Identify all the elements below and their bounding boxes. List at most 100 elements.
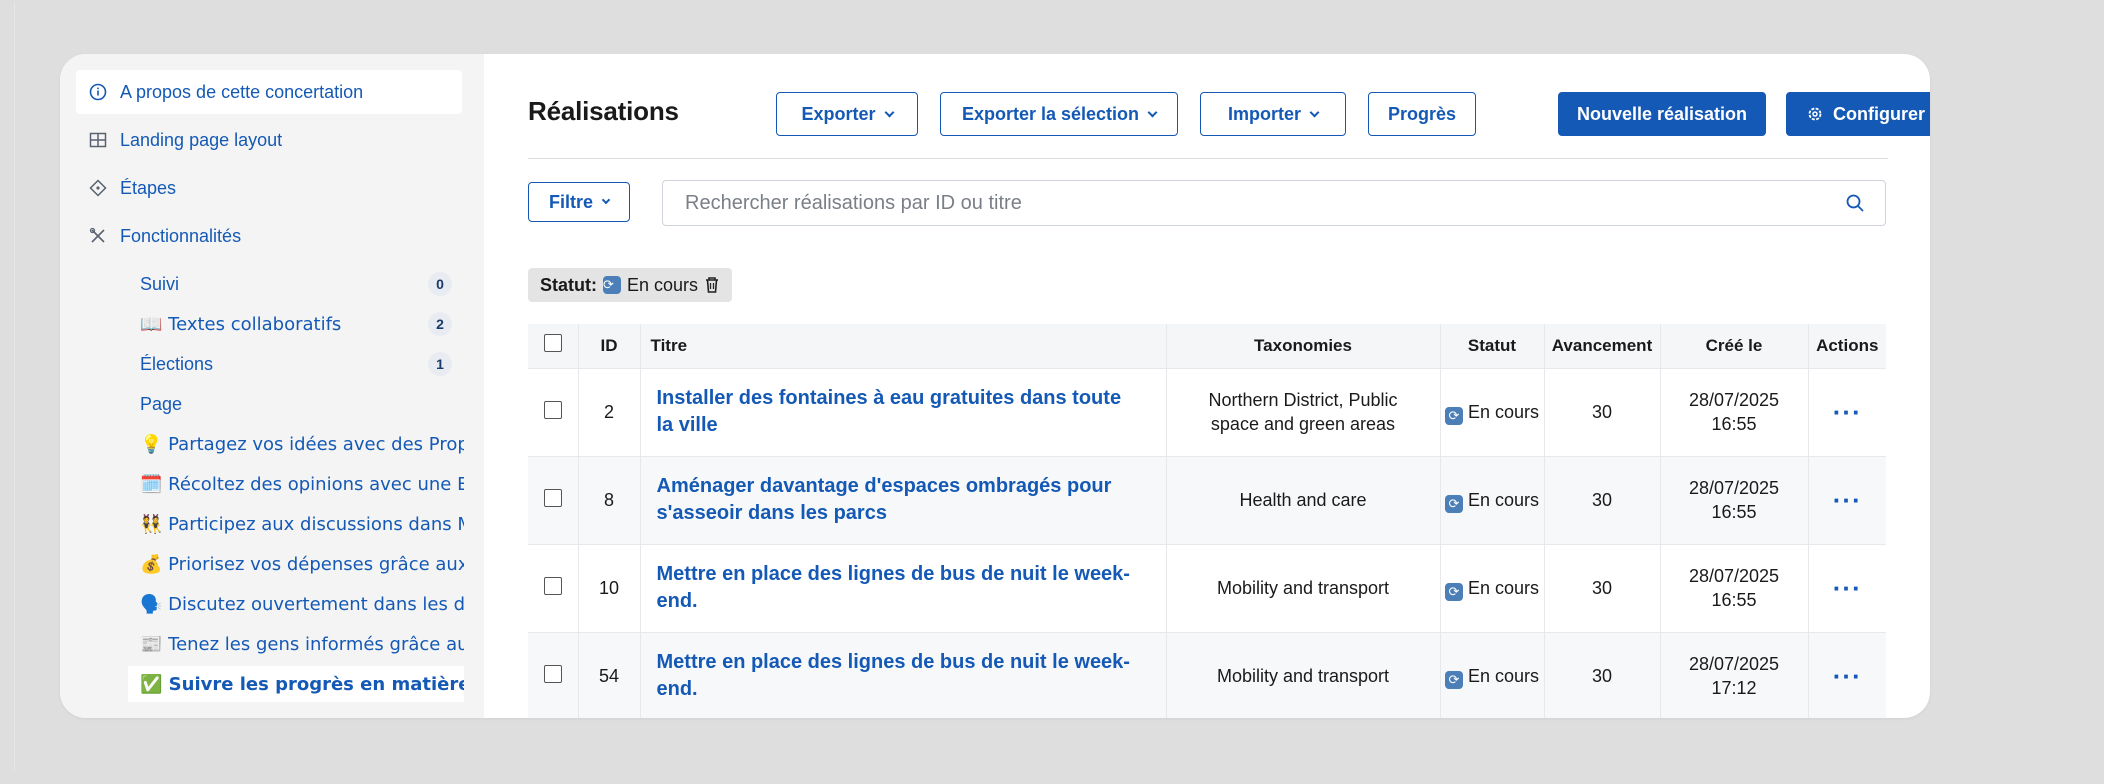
feature-label: 💡 Partagez vos idées avec des Propositic [140,433,464,455]
row-id: 54 [578,631,641,718]
feature-item-elections[interactable]: Élections 1 [128,346,464,382]
gear-icon [1808,107,1822,121]
feature-label: 🗓️ Récoltez des opinions avec une Enquê [140,473,464,495]
feature-item-budgets[interactable]: 💰 Priorisez vos dépenses grâce aux budg [128,546,464,582]
created-time: 16:55 [1711,502,1757,522]
filter-button[interactable]: Filtre [528,182,630,222]
row-actions: ··· [1808,367,1886,456]
chevron-down-icon [884,107,894,117]
realisations-table: ID Titre Taxonomies Statut Avancement Cr… [528,324,1886,718]
more-actions-icon[interactable]: ··· [1833,573,1862,603]
table-row: 10 Mettre en place des lignes de bus de … [528,543,1886,632]
search-icon[interactable] [1845,193,1865,213]
feature-item-page[interactable]: Page [128,386,464,422]
count-badge: 0 [428,272,452,296]
trash-icon[interactable] [704,276,720,294]
sidebar-item-about[interactable]: A propos de cette concertation [76,70,462,114]
import-label: Importer [1227,103,1301,124]
table-row: 2 Installer des fontaines à eau gratuite… [528,367,1886,456]
feature-item-accountability[interactable]: ✅ Suivre les progrès en matière de resp [128,666,464,702]
import-button[interactable]: Importer [1200,92,1346,136]
more-actions-icon[interactable]: ··· [1833,397,1862,427]
feature-label: Page [140,393,183,414]
layout-icon [88,130,108,150]
more-actions-icon[interactable]: ··· [1833,661,1862,691]
row-progress: 30 [1544,631,1661,718]
row-status: ⟳ En cours [1440,367,1545,456]
row-progress: 30 [1544,543,1661,632]
status-text: En cours [1467,489,1540,510]
row-id: 2 [578,367,641,456]
sidebar-item-features[interactable]: Fonctionnalités [76,214,462,258]
row-checkbox[interactable] [543,400,562,419]
page-title: Réalisations [528,96,679,126]
column-header-progress[interactable]: Avancement [1544,324,1661,368]
export-label: Exporter [801,103,876,124]
sidebar-item-label: A propos de cette concertation [120,81,364,102]
created-time: 16:55 [1711,414,1757,434]
row-status: ⟳ En cours [1440,631,1545,718]
feature-item-collaborative-texts[interactable]: 📖 Textes collaboratifs 2 [128,306,464,342]
sidebar-item-label: Étapes [120,177,177,198]
row-taxonomies: Health and care [1166,455,1441,544]
export-selection-label: Exporter la sélection [961,103,1140,124]
chevron-down-icon [1309,107,1320,117]
column-header-taxonomies[interactable]: Taxonomies [1166,324,1441,368]
row-created: 28/07/2025 17:12 [1660,631,1809,718]
progress-button[interactable]: Progrès [1368,92,1476,136]
feature-item-survey[interactable]: 🗓️ Récoltez des opinions avec une Enquê [128,466,464,502]
row-checkbox[interactable] [543,488,562,507]
row-title-link[interactable]: Aménager davantage d'espaces ombragés po… [640,455,1167,544]
configure-button[interactable]: Configurer [1786,92,1930,136]
row-status: ⟳ En cours [1440,455,1545,544]
feature-item-proposals[interactable]: 💡 Partagez vos idées avec des Propositic [128,426,464,462]
column-header-created[interactable]: Créé le [1660,324,1809,368]
row-checkbox[interactable] [543,576,562,595]
created-date: 28/07/2025 [1688,390,1780,410]
feature-label: 🗣️ Discutez ouvertement dans les débats [140,593,464,615]
row-created: 28/07/2025 16:55 [1660,455,1809,544]
feature-item-meetings[interactable]: 👯 Participez aux discussions dans Meetir [128,506,464,542]
feature-label: 💰 Priorisez vos dépenses grâce aux budg [140,553,464,575]
status-filter-chip: Statut: ⟳ En cours [528,268,733,302]
tools-icon [88,226,108,246]
new-realisation-button[interactable]: Nouvelle réalisation [1558,92,1766,136]
row-actions: ··· [1808,631,1886,718]
feature-item-debates[interactable]: 🗣️ Discutez ouvertement dans les débats [128,586,464,622]
column-header-title[interactable]: Titre [640,324,1167,368]
feature-label: 📖 Textes collaboratifs [140,313,342,335]
select-all-cell [528,324,579,368]
row-id: 10 [578,543,641,632]
feature-label: Élections [140,353,214,374]
chip-value: En cours [627,274,699,295]
row-taxonomies: Northern District, Public space and gree… [1166,367,1441,456]
count-badge: 1 [428,352,452,376]
content-card: A propos de cette concertation Landing p… [60,54,1930,718]
row-checkbox[interactable] [543,664,562,683]
feature-item-suivi[interactable]: Suivi 0 [128,266,464,302]
feature-item-blog[interactable]: 📰 Tenez les gens informés grâce au blog [128,626,464,662]
sidebar-item-landing-layout[interactable]: Landing page layout [76,118,462,162]
row-progress: 30 [1544,367,1661,456]
in-progress-icon: ⟳ [1444,494,1463,513]
column-header-status[interactable]: Statut [1440,324,1545,368]
created-time: 17:12 [1711,678,1757,699]
export-selection-button[interactable]: Exporter la sélection [940,92,1178,136]
row-title-link[interactable]: Installer des fontaines à eau gratuites … [640,367,1167,456]
header-divider [528,158,1888,159]
row-created: 28/07/2025 16:55 [1660,543,1809,632]
steps-icon [88,178,108,198]
row-id: 8 [578,455,641,544]
sidebar-item-steps[interactable]: Étapes [76,166,462,210]
more-actions-icon[interactable]: ··· [1833,485,1862,515]
table-row: 54 Mettre en place des lignes de bus de … [528,631,1886,718]
column-header-id[interactable]: ID [578,324,641,368]
in-progress-icon: ⟳ [1444,582,1463,601]
status-text: En cours [1467,401,1540,422]
row-title-link[interactable]: Mettre en place des lignes de bus de nui… [640,631,1167,718]
row-title-link[interactable]: Mettre en place des lignes de bus de nui… [640,543,1167,632]
feature-label: 👯 Participez aux discussions dans Meetir [140,513,464,535]
export-button[interactable]: Exporter [776,92,918,136]
search-input[interactable]: Rechercher réalisations par ID ou titre [662,180,1886,226]
select-all-checkbox[interactable] [543,334,562,353]
